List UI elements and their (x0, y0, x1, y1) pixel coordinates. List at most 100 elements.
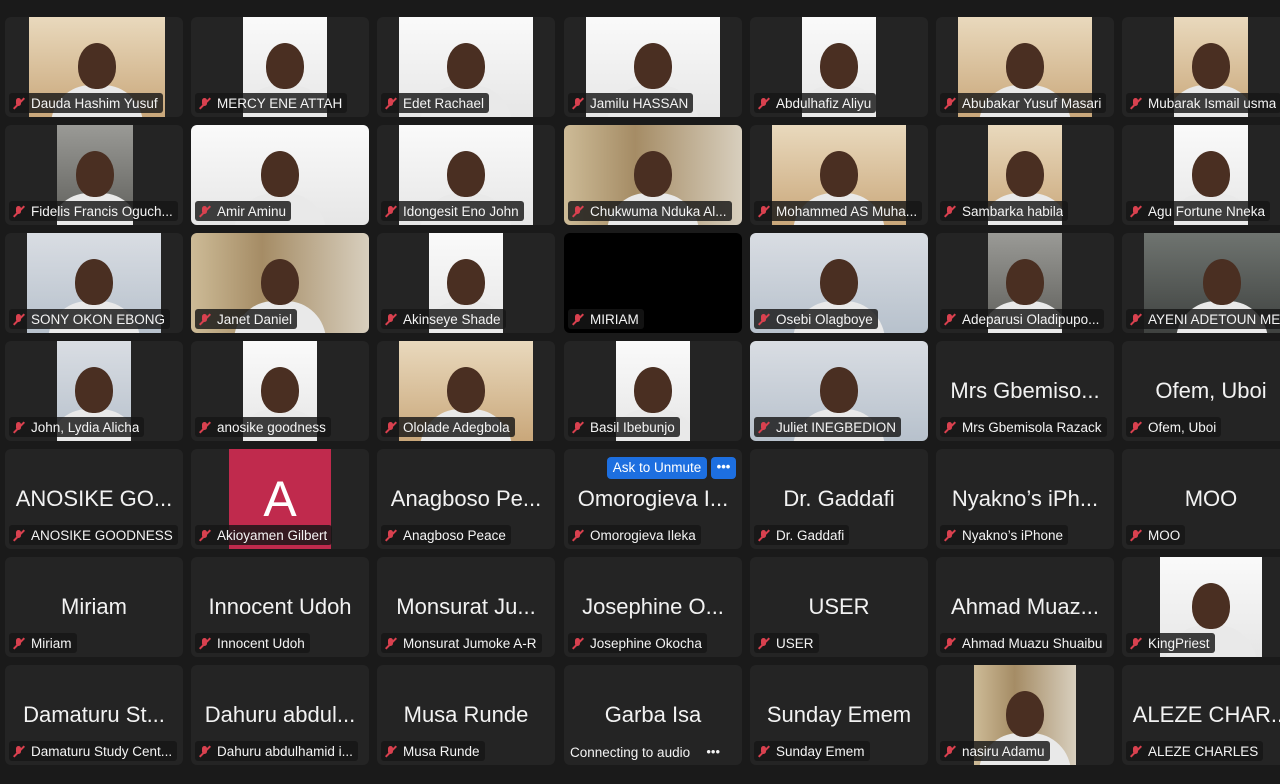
participant-tile[interactable]: Akinseye Shade (377, 233, 555, 333)
participant-tile[interactable]: Ololade Adegbola (377, 341, 555, 441)
participant-silhouette-head (447, 151, 485, 197)
mic-muted-icon (198, 745, 211, 758)
participant-tile[interactable]: Dauda Hashim Yusuf (5, 17, 183, 117)
participant-tile[interactable]: Chukwuma Nduka Al... (564, 125, 742, 225)
participant-display-name: Damaturu St... (23, 702, 165, 727)
participant-silhouette-head (1192, 151, 1230, 197)
participant-tile[interactable]: Mubarak Ismail usma (1122, 17, 1280, 117)
mic-muted-icon (1129, 421, 1142, 434)
participant-display-name: Ofem, Uboi (1155, 378, 1267, 403)
participant-tile[interactable]: Sunday Emem Sunday Emem (750, 665, 928, 765)
participant-display-name: MOO (1184, 486, 1238, 511)
participant-tile[interactable]: Josephine O... Josephine Okocha (564, 557, 742, 657)
participant-tile[interactable]: Juliet INEGBEDION (750, 341, 928, 441)
participant-tile[interactable]: Basil Ibebunjo (564, 341, 742, 441)
participant-tile[interactable]: anosike goodness (191, 341, 369, 441)
participant-name: Damaturu Study Cent... (31, 743, 173, 759)
participant-display-name: Anagboso Pe... (390, 486, 542, 511)
participant-tile[interactable]: A Akioyamen Gilbert (191, 449, 369, 549)
participant-name-label: Chukwuma Nduka Al... (568, 201, 732, 221)
participant-tile[interactable]: Osebi Olagboye (750, 233, 928, 333)
participant-name: Osebi Olagboye (776, 311, 873, 327)
participant-name-label: Anagboso Peace (381, 525, 511, 545)
participant-tile[interactable]: Jamilu HASSAN (564, 17, 742, 117)
participant-silhouette-head (634, 43, 672, 89)
participant-tile[interactable]: MOO MOO (1122, 449, 1280, 549)
participant-silhouette-head (820, 43, 858, 89)
participant-name: Miriam (31, 635, 72, 651)
participant-tile[interactable]: Damaturu St... Damaturu Study Cent... (5, 665, 183, 765)
participant-tile[interactable]: MERCY ENE ATTAH (191, 17, 369, 117)
participant-name-label: Dr. Gaddafi (754, 525, 850, 545)
participant-tile[interactable]: Ofem, Uboi Ofem, Uboi (1122, 341, 1280, 441)
participant-tile[interactable]: Nyakno’s iPh... Nyakno’s iPhone (936, 449, 1114, 549)
participant-tile[interactable]: Abdulhafiz Aliyu (750, 17, 928, 117)
participant-tile[interactable]: Agu Fortune Nneka (1122, 125, 1280, 225)
mic-muted-icon (1129, 529, 1142, 542)
ask-to-unmute-button[interactable]: Ask to Unmute (607, 457, 707, 479)
participant-name: Anagboso Peace (403, 527, 506, 543)
participant-name-label: anosike goodness (195, 417, 331, 437)
participant-tile[interactable]: USER USER (750, 557, 928, 657)
participant-tile[interactable]: Janet Daniel (191, 233, 369, 333)
participant-name: anosike goodness (217, 419, 326, 435)
participant-tile[interactable]: Abubakar Yusuf Masari (936, 17, 1114, 117)
participant-name-label: ANOSIKE GOODNESS (9, 525, 178, 545)
participant-tile[interactable]: Miriam Miriam (5, 557, 183, 657)
mic-muted-icon (12, 637, 25, 650)
participant-tile[interactable]: Ahmad Muaz... Ahmad Muazu Shuaibu (936, 557, 1114, 657)
participant-name-label: Akinseye Shade (381, 309, 506, 329)
participant-silhouette-head (75, 367, 113, 413)
mic-muted-icon (12, 529, 25, 542)
participant-name: Amir Aminu (217, 203, 287, 219)
participant-name: MERCY ENE ATTAH (217, 95, 343, 111)
participant-tile[interactable]: Amir Aminu (191, 125, 369, 225)
participant-display-name: Ahmad Muaz... (951, 594, 1099, 619)
participant-name-label: Innocent Udoh (195, 633, 310, 653)
mic-muted-icon (943, 745, 956, 758)
participant-display-name: Dr. Gaddafi (783, 486, 895, 511)
more-options-button[interactable]: ••• (711, 457, 736, 479)
participant-tile[interactable]: Edet Rachael (377, 17, 555, 117)
participant-tile[interactable]: Musa Runde Musa Runde (377, 665, 555, 765)
mic-muted-icon (571, 97, 584, 110)
mic-muted-icon (943, 421, 956, 434)
participant-tile[interactable]: Dahuru abdul... Dahuru abdulhamid i... (191, 665, 369, 765)
participant-tile[interactable]: AYENI ADETOUN ME (1122, 233, 1280, 333)
participant-tile[interactable]: Adeparusi Oladipupo... (936, 233, 1114, 333)
participant-tile[interactable]: nasiru Adamu (936, 665, 1114, 765)
participant-name: Fidelis Francis Oguch... (31, 203, 173, 219)
participant-silhouette-head (1192, 583, 1230, 629)
participant-silhouette-head (1203, 259, 1241, 305)
participant-tile[interactable]: Sambarka habila (936, 125, 1114, 225)
mic-muted-icon (384, 421, 397, 434)
participant-tile[interactable]: Anagboso Pe... Anagboso Peace (377, 449, 555, 549)
participant-name: Chukwuma Nduka Al... (590, 203, 727, 219)
participant-name: Ahmad Muazu Shuaibu (962, 635, 1103, 651)
participant-tile[interactable]: ANOSIKE GO... ANOSIKE GOODNESS (5, 449, 183, 549)
mic-muted-icon (198, 637, 211, 650)
participant-tile[interactable]: KingPriest (1122, 557, 1280, 657)
participant-tile[interactable]: MIRIAM (564, 233, 742, 333)
participant-tile[interactable]: Monsurat Ju... Monsurat Jumoke A-R (377, 557, 555, 657)
participant-display-name: USER (808, 594, 870, 619)
participant-tile[interactable]: Innocent Udoh Innocent Udoh (191, 557, 369, 657)
participant-tile[interactable]: SONY OKON EBONG (5, 233, 183, 333)
participant-tile[interactable]: Idongesit Eno John (377, 125, 555, 225)
participant-silhouette-head (447, 259, 485, 305)
participant-name-label: ALEZE CHARLES (1126, 741, 1264, 761)
participant-tile[interactable]: Mrs Gbemiso... Mrs Gbemisola Razack (936, 341, 1114, 441)
mic-muted-icon (757, 97, 770, 110)
participant-tile[interactable]: Fidelis Francis Oguch... (5, 125, 183, 225)
participant-name-label: Ahmad Muazu Shuaibu (940, 633, 1108, 653)
participant-name: Dahuru abdulhamid i... (217, 743, 353, 759)
participant-silhouette-head (1006, 151, 1044, 197)
participant-tile[interactable]: ALEZE CHAR... ALEZE CHARLES (1122, 665, 1280, 765)
participant-tile[interactable]: Dr. Gaddafi Dr. Gaddafi (750, 449, 928, 549)
participant-tile[interactable]: Mohammed AS Muha... (750, 125, 928, 225)
participant-tile[interactable]: Garba Isa Connecting to audio ••• (564, 665, 742, 765)
participant-tile[interactable]: John, Lydia Alicha (5, 341, 183, 441)
mic-muted-icon (384, 637, 397, 650)
participant-name: Mubarak Ismail usma (1148, 95, 1277, 111)
participant-name: Josephine Okocha (590, 635, 702, 651)
